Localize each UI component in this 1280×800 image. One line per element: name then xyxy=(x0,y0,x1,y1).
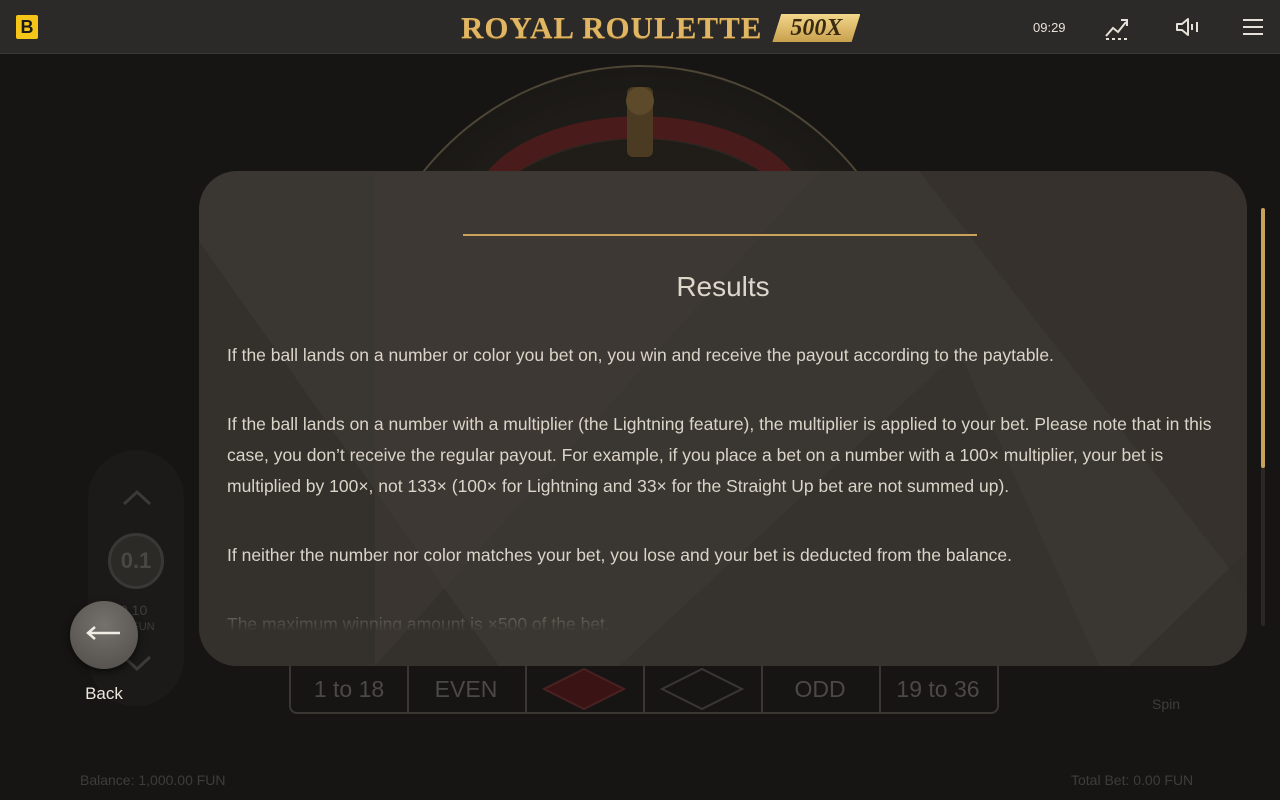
bet-black[interactable] xyxy=(643,664,763,714)
rules-paragraph: If neither the number nor color matches … xyxy=(227,545,1013,565)
game-title-logo: ROYAL ROULETTE 500X xyxy=(461,8,861,48)
menu-icon[interactable] xyxy=(1240,14,1266,40)
clock: 09:29 xyxy=(1033,20,1066,35)
panel-divider xyxy=(463,234,977,236)
bet-1-to-18[interactable]: 1 to 18 xyxy=(289,664,409,714)
arrow-left-icon xyxy=(84,625,124,646)
rules-panel: Results If the ball lands on a number or… xyxy=(199,171,1247,666)
bet-red[interactable] xyxy=(525,664,645,714)
rules-paragraph: The maximum winning amount is ×500 of th… xyxy=(227,614,610,632)
back-label: Back xyxy=(85,684,123,703)
chart-trend-icon[interactable] xyxy=(1104,14,1130,40)
sound-icon[interactable] xyxy=(1174,14,1200,40)
multiplier-badge: 500X xyxy=(772,14,861,42)
rules-paragraph: If the ball lands on a number or color y… xyxy=(227,345,1054,365)
rules-paragraph: If the ball lands on a number with a mul… xyxy=(227,414,1212,496)
top-bar: B ROYAL ROULETTE 500X 09:29 xyxy=(0,0,1280,54)
total-bet-text: Total Bet: 0.00 FUN xyxy=(1071,772,1194,788)
balance-text: Balance: 1,000.00 FUN xyxy=(80,772,226,788)
game-title: ROYAL ROULETTE xyxy=(461,10,763,45)
back-button[interactable] xyxy=(70,601,138,669)
scrollbar-thumb[interactable] xyxy=(1261,208,1265,468)
bet-odd[interactable]: ODD xyxy=(761,664,881,714)
bet-19-to-36[interactable]: 19 to 36 xyxy=(879,664,999,714)
chevron-up-icon[interactable] xyxy=(122,486,152,512)
bet-even[interactable]: EVEN xyxy=(407,664,527,714)
panel-body[interactable]: If the ball lands on a number or color y… xyxy=(227,340,1219,632)
spin-label[interactable]: Spin xyxy=(1152,696,1180,712)
brand-logo[interactable]: B xyxy=(16,15,38,39)
chip-value[interactable]: 0.1 xyxy=(108,533,164,589)
multiplier-badge-text: 500X xyxy=(790,14,843,41)
panel-title: Results xyxy=(676,271,770,302)
